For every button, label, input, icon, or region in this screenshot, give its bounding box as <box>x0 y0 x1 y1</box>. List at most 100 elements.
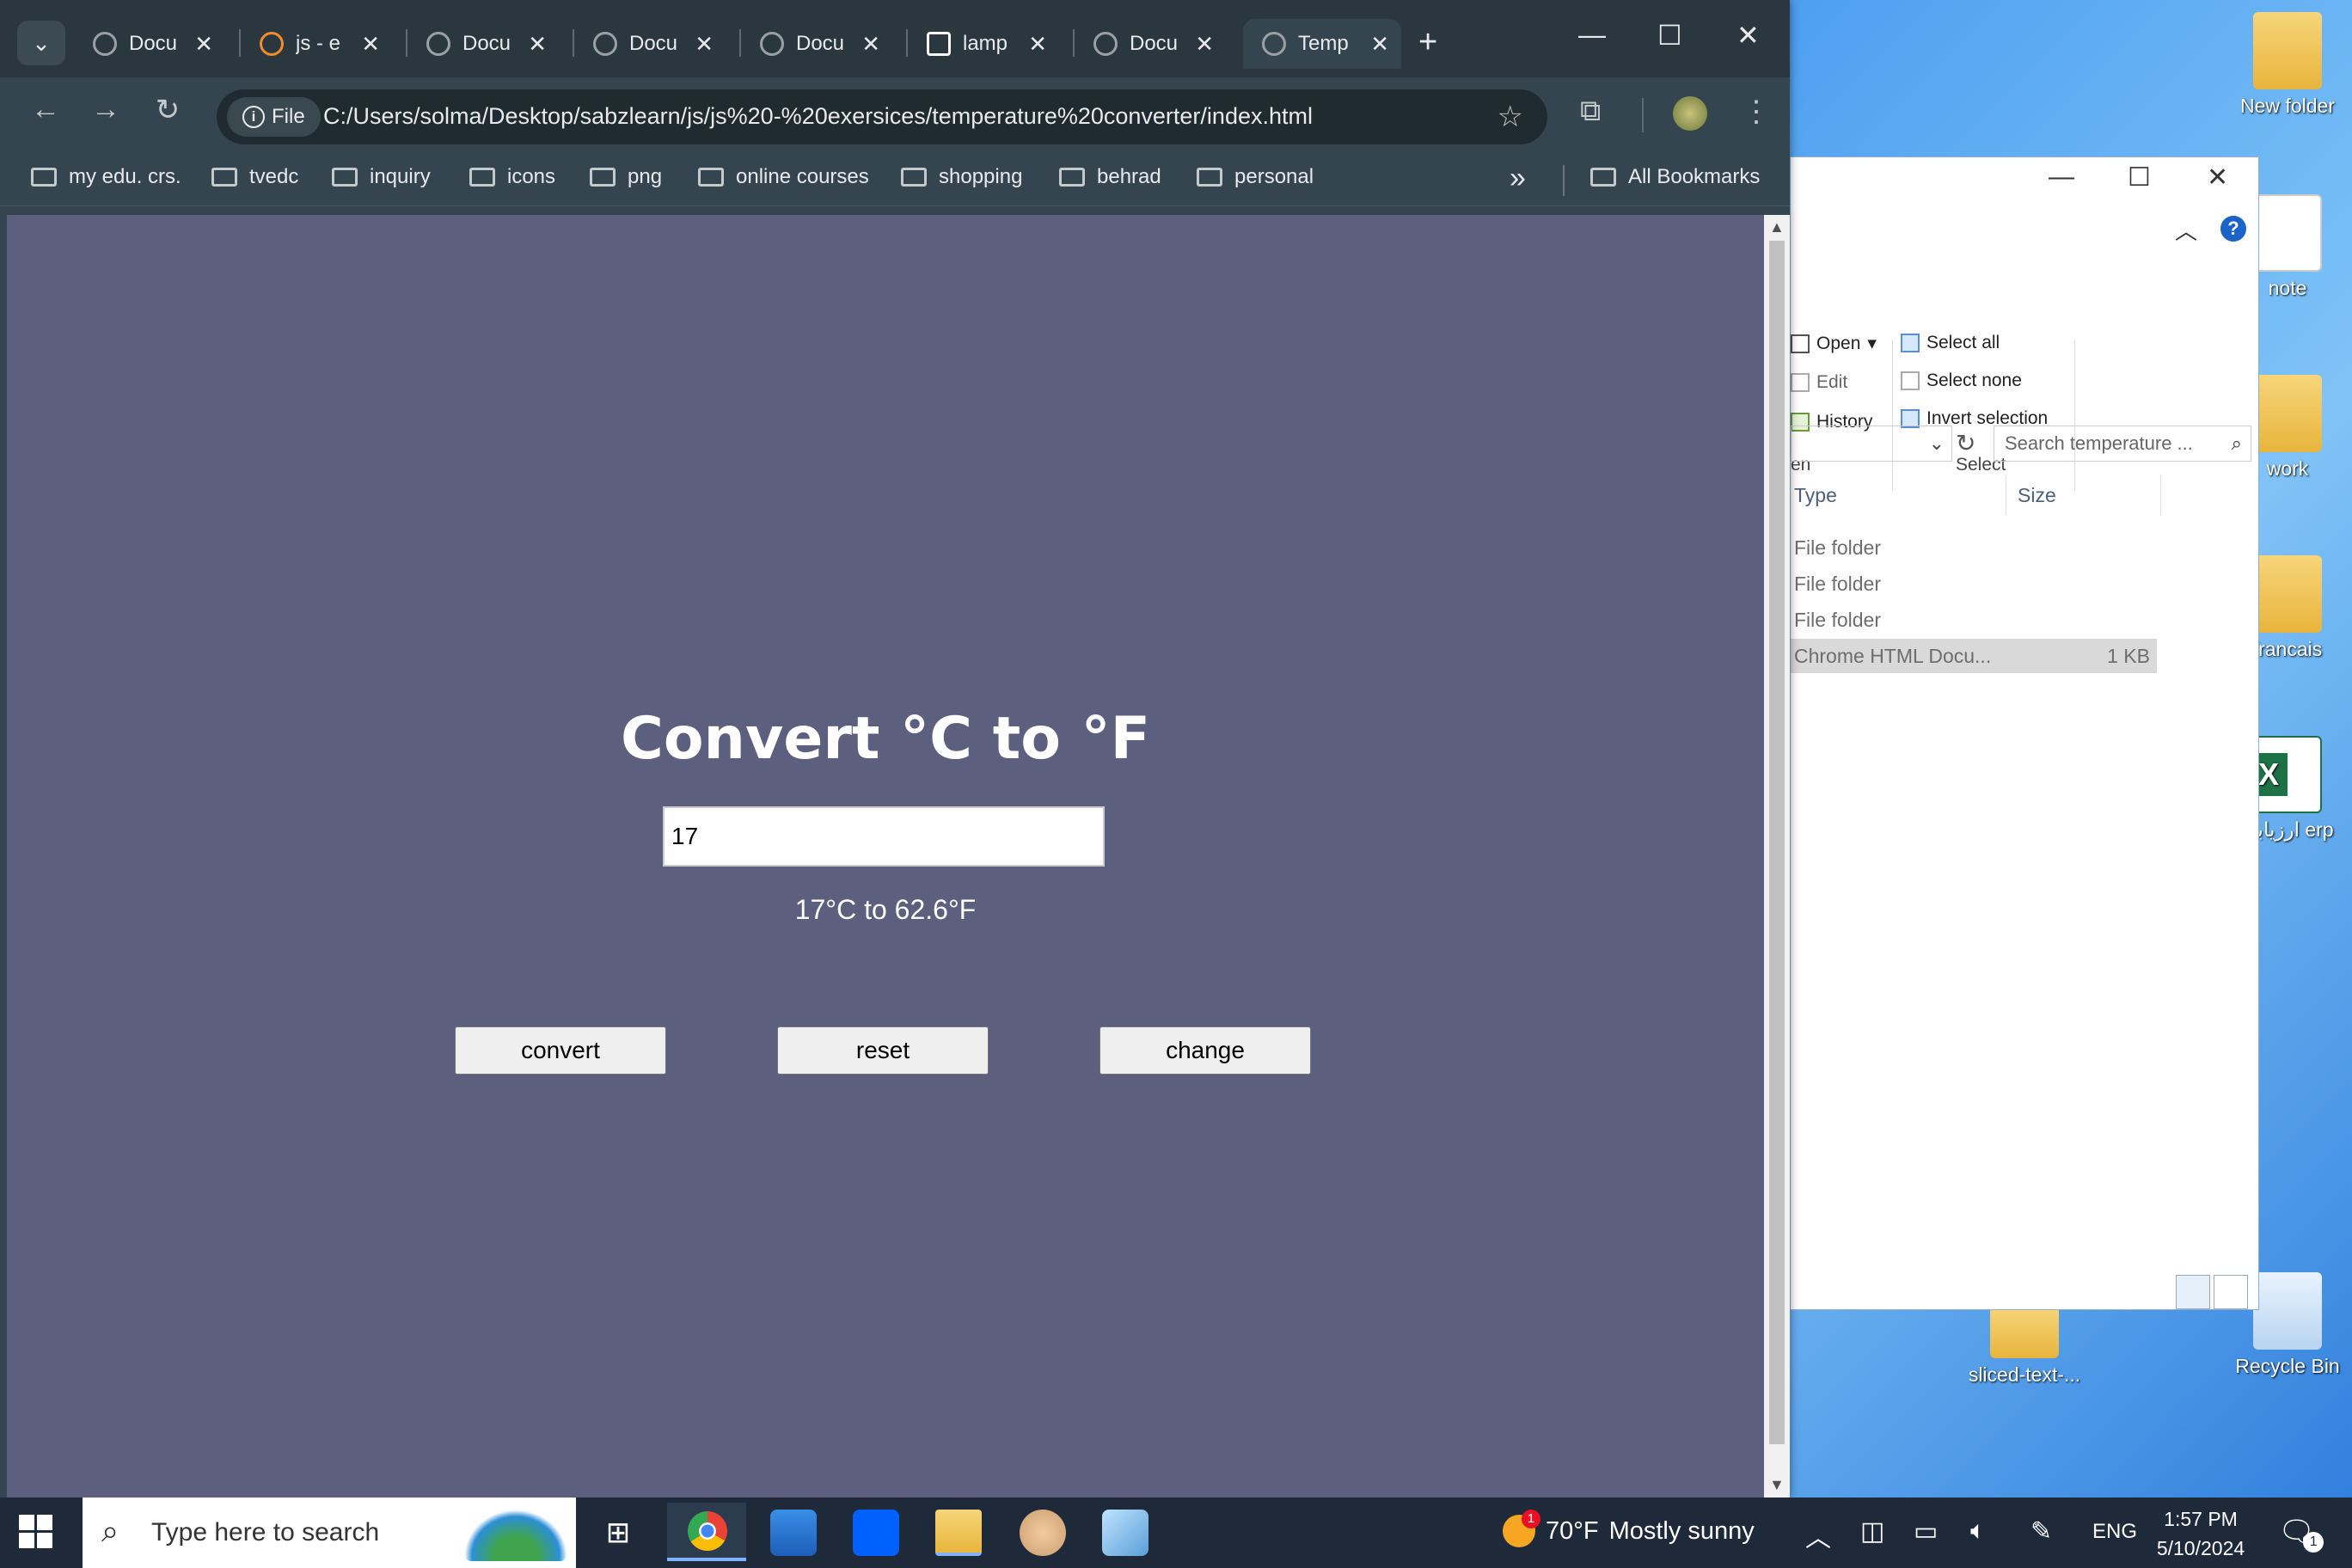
tab-label: Docu <box>1130 32 1179 55</box>
address-bar[interactable]: i File C:/Users/solma/Desktop/sabzlearn/… <box>217 89 1547 144</box>
page-scrollbar[interactable]: ▲ ▼ <box>1764 215 1790 1498</box>
bookmark-folder[interactable]: icons <box>469 165 555 189</box>
temperature-input[interactable] <box>663 806 1105 867</box>
taskbar-search-input[interactable]: ⌕ Type here to search <box>83 1498 576 1568</box>
tab[interactable]: Docu ✕ <box>74 19 225 69</box>
pen-icon[interactable]: ✎ <box>2030 1516 2052 1547</box>
ribbon-edit-button[interactable]: Edit <box>1791 372 1847 393</box>
start-button[interactable] <box>19 1515 53 1549</box>
tab-label: js - e <box>296 32 341 55</box>
close-icon[interactable]: ✕ <box>194 31 213 58</box>
bookmark-star-icon[interactable]: ☆ <box>1498 100 1523 134</box>
bookmark-label: All Bookmarks <box>1628 165 1761 188</box>
bookmark-folder[interactable]: online courses <box>698 165 869 189</box>
list-item[interactable]: File folder <box>1791 567 2157 601</box>
tab-active[interactable]: Temp ✕ <box>1243 19 1401 69</box>
tab-search-button[interactable]: ⌄ <box>17 21 65 65</box>
column-divider[interactable] <box>2160 475 2161 515</box>
large-icons-view-icon[interactable] <box>2214 1275 2248 1309</box>
language-indicator[interactable]: ENG <box>2092 1520 2137 1544</box>
task-view-icon[interactable]: ⊞ <box>595 1510 641 1556</box>
profile-avatar[interactable] <box>1673 96 1707 131</box>
new-tab-button[interactable]: + <box>1418 21 1437 64</box>
all-bookmarks-button[interactable]: All Bookmarks <box>1590 165 1760 189</box>
tab[interactable]: lamp ✕ <box>908 19 1059 69</box>
chrome-taskbar-button[interactable] <box>667 1503 746 1561</box>
bookmark-folder[interactable]: my edu. crs. <box>31 165 181 189</box>
tab[interactable]: js - e ✕ <box>241 19 392 69</box>
tab[interactable]: Docu ✕ <box>407 19 559 69</box>
url-text[interactable]: C:/Users/solma/Desktop/sabzlearn/js/js%2… <box>323 103 1313 130</box>
ribbon-select-all-button[interactable]: Select all <box>1901 333 2000 353</box>
close-icon[interactable]: ✕ <box>695 31 714 58</box>
bookmark-folder[interactable]: personal <box>1197 165 1314 189</box>
desktop-icon-sliced-text[interactable]: sliced-text-... <box>1960 1307 2089 1387</box>
tab[interactable]: Docu ✕ <box>1075 19 1226 69</box>
notepad-icon[interactable] <box>1102 1510 1148 1556</box>
close-icon[interactable]: ✕ <box>861 31 880 58</box>
scroll-up-icon[interactable]: ▲ <box>1769 218 1785 236</box>
laptop-app-icon[interactable] <box>770 1510 817 1556</box>
list-item[interactable]: Chrome HTML Docu... 1 KB <box>1791 639 2157 673</box>
help-icon[interactable]: ? <box>2220 216 2246 242</box>
column-header-size[interactable]: Size <box>2018 484 2056 507</box>
minimize-icon[interactable]: — <box>1578 19 1606 51</box>
more-bookmarks-icon[interactable]: » <box>1510 162 1526 195</box>
change-button[interactable]: change <box>1099 1026 1311 1075</box>
dropbox-icon[interactable] <box>853 1510 899 1556</box>
reset-button[interactable]: reset <box>777 1026 989 1075</box>
tab[interactable]: Docu ✕ <box>574 19 726 69</box>
list-item[interactable]: File folder <box>1791 603 2157 637</box>
chevron-up-icon[interactable]: ︿ <box>1805 1516 1831 1554</box>
bookmark-folder[interactable]: shopping <box>901 165 1022 189</box>
file-explorer-icon[interactable] <box>935 1510 982 1556</box>
weather-widget[interactable]: 1 70°F Mostly sunny <box>1503 1510 1755 1547</box>
conversion-result: 17°C to 62.6°F <box>794 894 977 925</box>
tab[interactable]: Docu ✕ <box>741 19 892 69</box>
convert-button[interactable]: convert <box>455 1026 666 1075</box>
reload-icon[interactable]: ↻ <box>144 93 191 127</box>
folder-icon <box>2253 375 2322 452</box>
close-icon[interactable]: ✕ <box>528 31 547 58</box>
notification-icon[interactable]: 🗨︎ 1 <box>2278 1515 2324 1553</box>
details-view-icon[interactable] <box>2176 1275 2210 1309</box>
column-header-type[interactable]: Type <box>1794 484 1837 507</box>
ribbon-collapse-icon[interactable]: ︿ <box>2175 214 2197 246</box>
scroll-down-icon[interactable]: ▼ <box>1769 1476 1785 1494</box>
address-dropdown[interactable]: ⌄ <box>1791 426 1952 462</box>
menu-icon[interactable]: ⋮ <box>1742 95 1771 129</box>
volume-icon[interactable]: 🔈︎ <box>1970 1516 1986 1546</box>
extensions-icon[interactable]: ⧉ <box>1580 95 1601 128</box>
bookmark-folder[interactable]: tvedc <box>211 165 298 189</box>
refresh-icon[interactable]: ↻ <box>1956 429 1975 457</box>
close-icon[interactable]: ✕ <box>361 31 380 58</box>
bookmark-folder[interactable]: png <box>590 165 662 189</box>
globe-icon <box>426 32 450 56</box>
list-item[interactable]: File folder <box>1791 530 2157 565</box>
close-icon[interactable]: ✕ <box>1028 31 1047 58</box>
info-icon: i <box>242 106 265 128</box>
site-info-button[interactable]: i File <box>227 97 321 137</box>
maximize-icon[interactable]: ☐ <box>1657 19 1682 52</box>
lamp-icon <box>927 32 951 56</box>
minimize-icon[interactable]: — <box>2049 162 2074 192</box>
close-icon[interactable]: ✕ <box>1195 31 1214 58</box>
maximize-icon[interactable]: ☐ <box>2128 162 2151 193</box>
close-icon[interactable]: ✕ <box>1736 19 1760 52</box>
back-icon[interactable]: ← <box>22 93 69 126</box>
close-icon[interactable]: ✕ <box>1370 31 1389 58</box>
clock[interactable]: 1:57 PM 5/10/2024 <box>2149 1504 2252 1563</box>
paint-icon[interactable] <box>1020 1510 1066 1556</box>
close-icon[interactable]: ✕ <box>2207 162 2228 193</box>
forward-icon[interactable]: → <box>83 93 129 126</box>
ribbon-select-none-button[interactable]: Select none <box>1901 371 2022 391</box>
ribbon-open-button[interactable]: Open ▾ <box>1791 333 1877 354</box>
meet-now-icon[interactable]: ◫ <box>1860 1516 1884 1547</box>
battery-icon[interactable]: ▭ <box>1914 1516 1938 1547</box>
search-input[interactable]: Search temperature ... ⌕ <box>1994 426 2251 462</box>
scrollbar-thumb[interactable] <box>1769 241 1785 1444</box>
tab-strip: ⌄ Docu ✕ js - e ✕ Docu ✕ Docu ✕ Docu ✕ l… <box>0 0 1790 77</box>
bookmark-folder[interactable]: behrad <box>1059 165 1161 189</box>
desktop-icon-new-folder[interactable]: New folder <box>2223 12 2352 118</box>
bookmark-folder[interactable]: inquiry <box>332 165 431 189</box>
